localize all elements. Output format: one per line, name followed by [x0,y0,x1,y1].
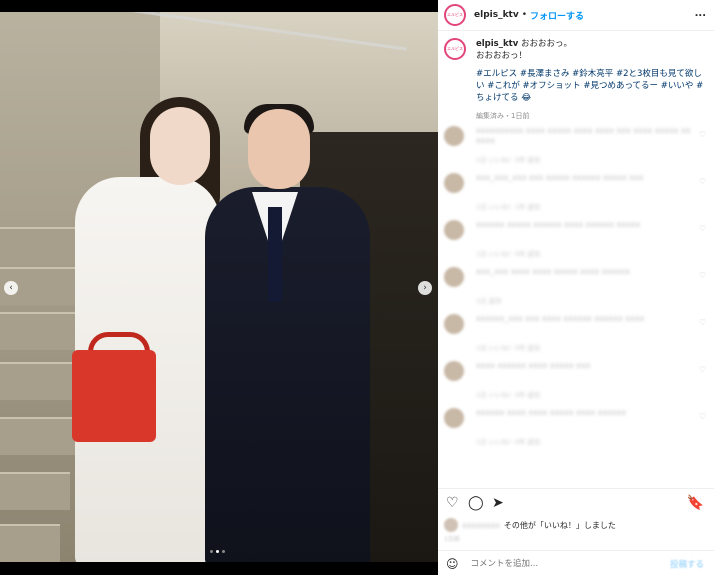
red-handbag [72,350,156,442]
action-bar: ♡ ◯ ➤ 🔖 [438,488,714,515]
comment-like-icon[interactable]: ♡ [699,130,706,139]
person-man [205,187,370,562]
person-woman-face [150,107,210,185]
commenter-avatar[interactable] [444,126,464,146]
liker-avatar [444,518,458,532]
caption-avatar[interactable]: エルピス [444,38,466,60]
caption-line-1: おおおおっ。 [520,39,572,49]
caption-line-2: おおおおっ！ [476,51,528,61]
carousel-next-button[interactable]: › [418,281,432,295]
commenter-avatar[interactable] [444,314,464,334]
comment-meta[interactable]: 1日 いいね！0件 返信 [476,154,540,164]
comment-meta[interactable]: 1日 いいね！1件 返信 [476,201,540,211]
comment-meta[interactable]: 1日 いいね！0件 返信 [476,248,540,258]
post-comment-button[interactable]: 投稿する [670,558,704,570]
author-avatar[interactable]: エルピス [444,4,466,26]
comment-item: xxxxxx xxxx xxxx xxxxx xxxx xxxxxx 1日 いいね… [444,406,708,450]
comment-text: xxxxxx xxxx xxxx xxxxx xxxx xxxxxx [476,408,627,417]
post-photo [0,12,438,562]
caption-username[interactable]: elpis_ktv [476,39,518,49]
comment-text: xxxxxx_xxx xxx xxxx xxxxxx xxxxxx xxxx [476,314,645,323]
likes-text: その他が「いいね！」しました [503,520,616,530]
comment-item: xxxxxx_xxx xxx xxxx xxxxxx xxxxxx xxxx 1日… [444,312,708,356]
commenter-avatar[interactable] [444,361,464,381]
post-date: 1日前 [444,536,460,543]
comment-text: xxxx xxxxxx xxxx xxxxx xxx [476,361,591,370]
comment-text: xxxxxx xxxxx xxxxxx xxxx xxxxxx xxxxx [476,220,641,229]
comment-text: xxx_xxx_xxx xxx xxxxx xxxxxx xxxxx xxx [476,173,644,182]
carousel-dot [210,550,213,553]
post-panel: エルピス elpis_ktv • フォローする ... エルピス elpis_k… [438,0,714,575]
edited-timestamp: 編集済み・1日前 [476,112,530,120]
comment-text: xxx_xxx xxxx xxxx xxxxx xxxx xxxxxx [476,267,631,276]
comment-item: xxxx xxxxxx xxxx xxxxx xxx 1日 いいね！0件 返信 ♡ [444,359,708,403]
post-header: エルピス elpis_ktv • フォローする ... [438,0,714,31]
separator: • [521,10,528,20]
commenter-avatar[interactable] [444,267,464,287]
comment-meta[interactable]: 1日 返信 [476,295,502,305]
caption-hashtags[interactable]: #エルピス #長澤まさみ #鈴木亮平 #2と3枚目も見て欲しい #これが #オフ… [476,68,708,104]
comment-item: xxxxxxxxxx xxxx xxxxx xxxx xxxx xxx xxxx… [444,124,708,168]
like-icon[interactable]: ♡ [446,495,459,511]
carousel-dot [216,550,219,553]
carousel-indicator [210,550,225,553]
liker-name[interactable]: xxxxxxxx [462,521,500,530]
commenter-avatar[interactable] [444,173,464,193]
likes-summary[interactable]: xxxxxxxx その他が「いいね！」しました [444,518,616,532]
comment-like-icon[interactable]: ♡ [699,318,706,327]
comment-like-icon[interactable]: ♡ [699,412,706,421]
comment-like-icon[interactable]: ♡ [699,177,706,186]
carousel-dot [222,550,225,553]
commenter-avatar[interactable] [444,408,464,428]
commenter-avatar[interactable] [444,220,464,240]
comment-item: xxx_xxx xxxx xxxx xxxxx xxxx xxxxxx 1日 返信… [444,265,708,309]
comment-text: xxxxxxxxxx xxxx xxxxx xxxx xxxx xxx xxxx… [476,126,691,145]
comment-item: xxxxxx xxxxx xxxxxx xxxx xxxxxx xxxxx 1日 … [444,218,708,262]
comment-meta[interactable]: 1日 いいね！0件 返信 [476,436,540,446]
comment-meta[interactable]: 1日 いいね！0件 返信 [476,342,540,352]
comment-meta[interactable]: 1日 いいね！0件 返信 [476,389,540,399]
comment-like-icon[interactable]: ♡ [699,224,706,233]
comment-composer: ☺ 投稿する [438,550,714,576]
save-icon[interactable]: 🔖 [687,495,704,511]
follow-button[interactable]: フォローする [530,9,584,22]
comment-input[interactable] [468,557,670,570]
person-man-face [248,109,310,189]
comment-item: xxx_xxx_xxx xxx xxxxx xxxxxx xxxxx xxx 1日… [444,171,708,215]
more-options-icon[interactable]: ... [695,8,706,19]
comment-icon[interactable]: ◯ [468,495,484,511]
comment-like-icon[interactable]: ♡ [699,365,706,374]
author-username[interactable]: elpis_ktv [474,10,519,20]
comment-like-icon[interactable]: ♡ [699,271,706,280]
emoji-icon[interactable]: ☺ [446,557,459,571]
carousel-prev-button[interactable]: ‹ [4,281,18,295]
comment-list: xxxxxxxxxx xxxx xxxxx xxxx xxxx xxx xxxx… [444,124,708,453]
share-icon[interactable]: ➤ [492,495,504,511]
post-media: ‹ › [0,0,438,575]
